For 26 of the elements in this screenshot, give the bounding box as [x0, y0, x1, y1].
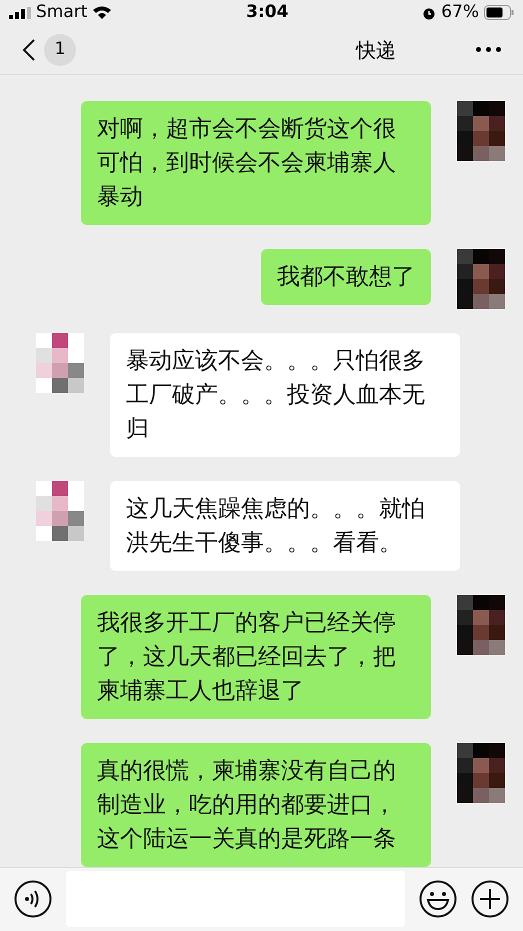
message-bubble: 暴动应该不会。。。只怕很多工厂破产。。。投资人血本无归	[110, 332, 460, 457]
battery-percent: 67%	[441, 1, 479, 24]
clock-time: 3:04	[246, 1, 288, 24]
wifi-icon	[92, 5, 112, 20]
avatar[interactable]	[36, 480, 84, 541]
voice-icon[interactable]	[14, 880, 52, 918]
battery-icon	[484, 5, 514, 20]
signal-icon	[9, 6, 31, 19]
avatar[interactable]	[36, 332, 84, 393]
unread-badge: 1	[44, 34, 76, 66]
chat-title: 快递	[356, 36, 396, 64]
message-bubble: 我很多开工厂的客户已经关停了，这几天都已经回去了，把柬埔寨工人也辞退了	[81, 594, 431, 719]
emoji-icon[interactable]	[419, 880, 457, 918]
alarm-icon	[422, 6, 436, 20]
carrier-name: Smart	[36, 1, 88, 24]
message-bubble: 我都不敢想了	[261, 248, 431, 305]
avatar[interactable]	[457, 248, 505, 309]
avatar[interactable]	[457, 594, 505, 655]
message-bubble: 真的很慌，柬埔寨没有自己的制造业，吃的用的都要进口，这个陆运一关真的是死路一条	[81, 742, 431, 867]
back-button[interactable]: 1	[22, 34, 76, 66]
avatar[interactable]	[457, 100, 505, 161]
back-icon	[22, 38, 36, 62]
message-bubble: 对啊，超市会不会断货这个很可怕，到时候会不会柬埔寨人暴动	[81, 100, 431, 225]
message-bubble: 这几天焦躁焦虑的。。。就怕洪先生干傻事。。。看看。	[110, 480, 460, 571]
avatar[interactable]	[457, 742, 505, 803]
plus-icon[interactable]	[471, 880, 509, 918]
